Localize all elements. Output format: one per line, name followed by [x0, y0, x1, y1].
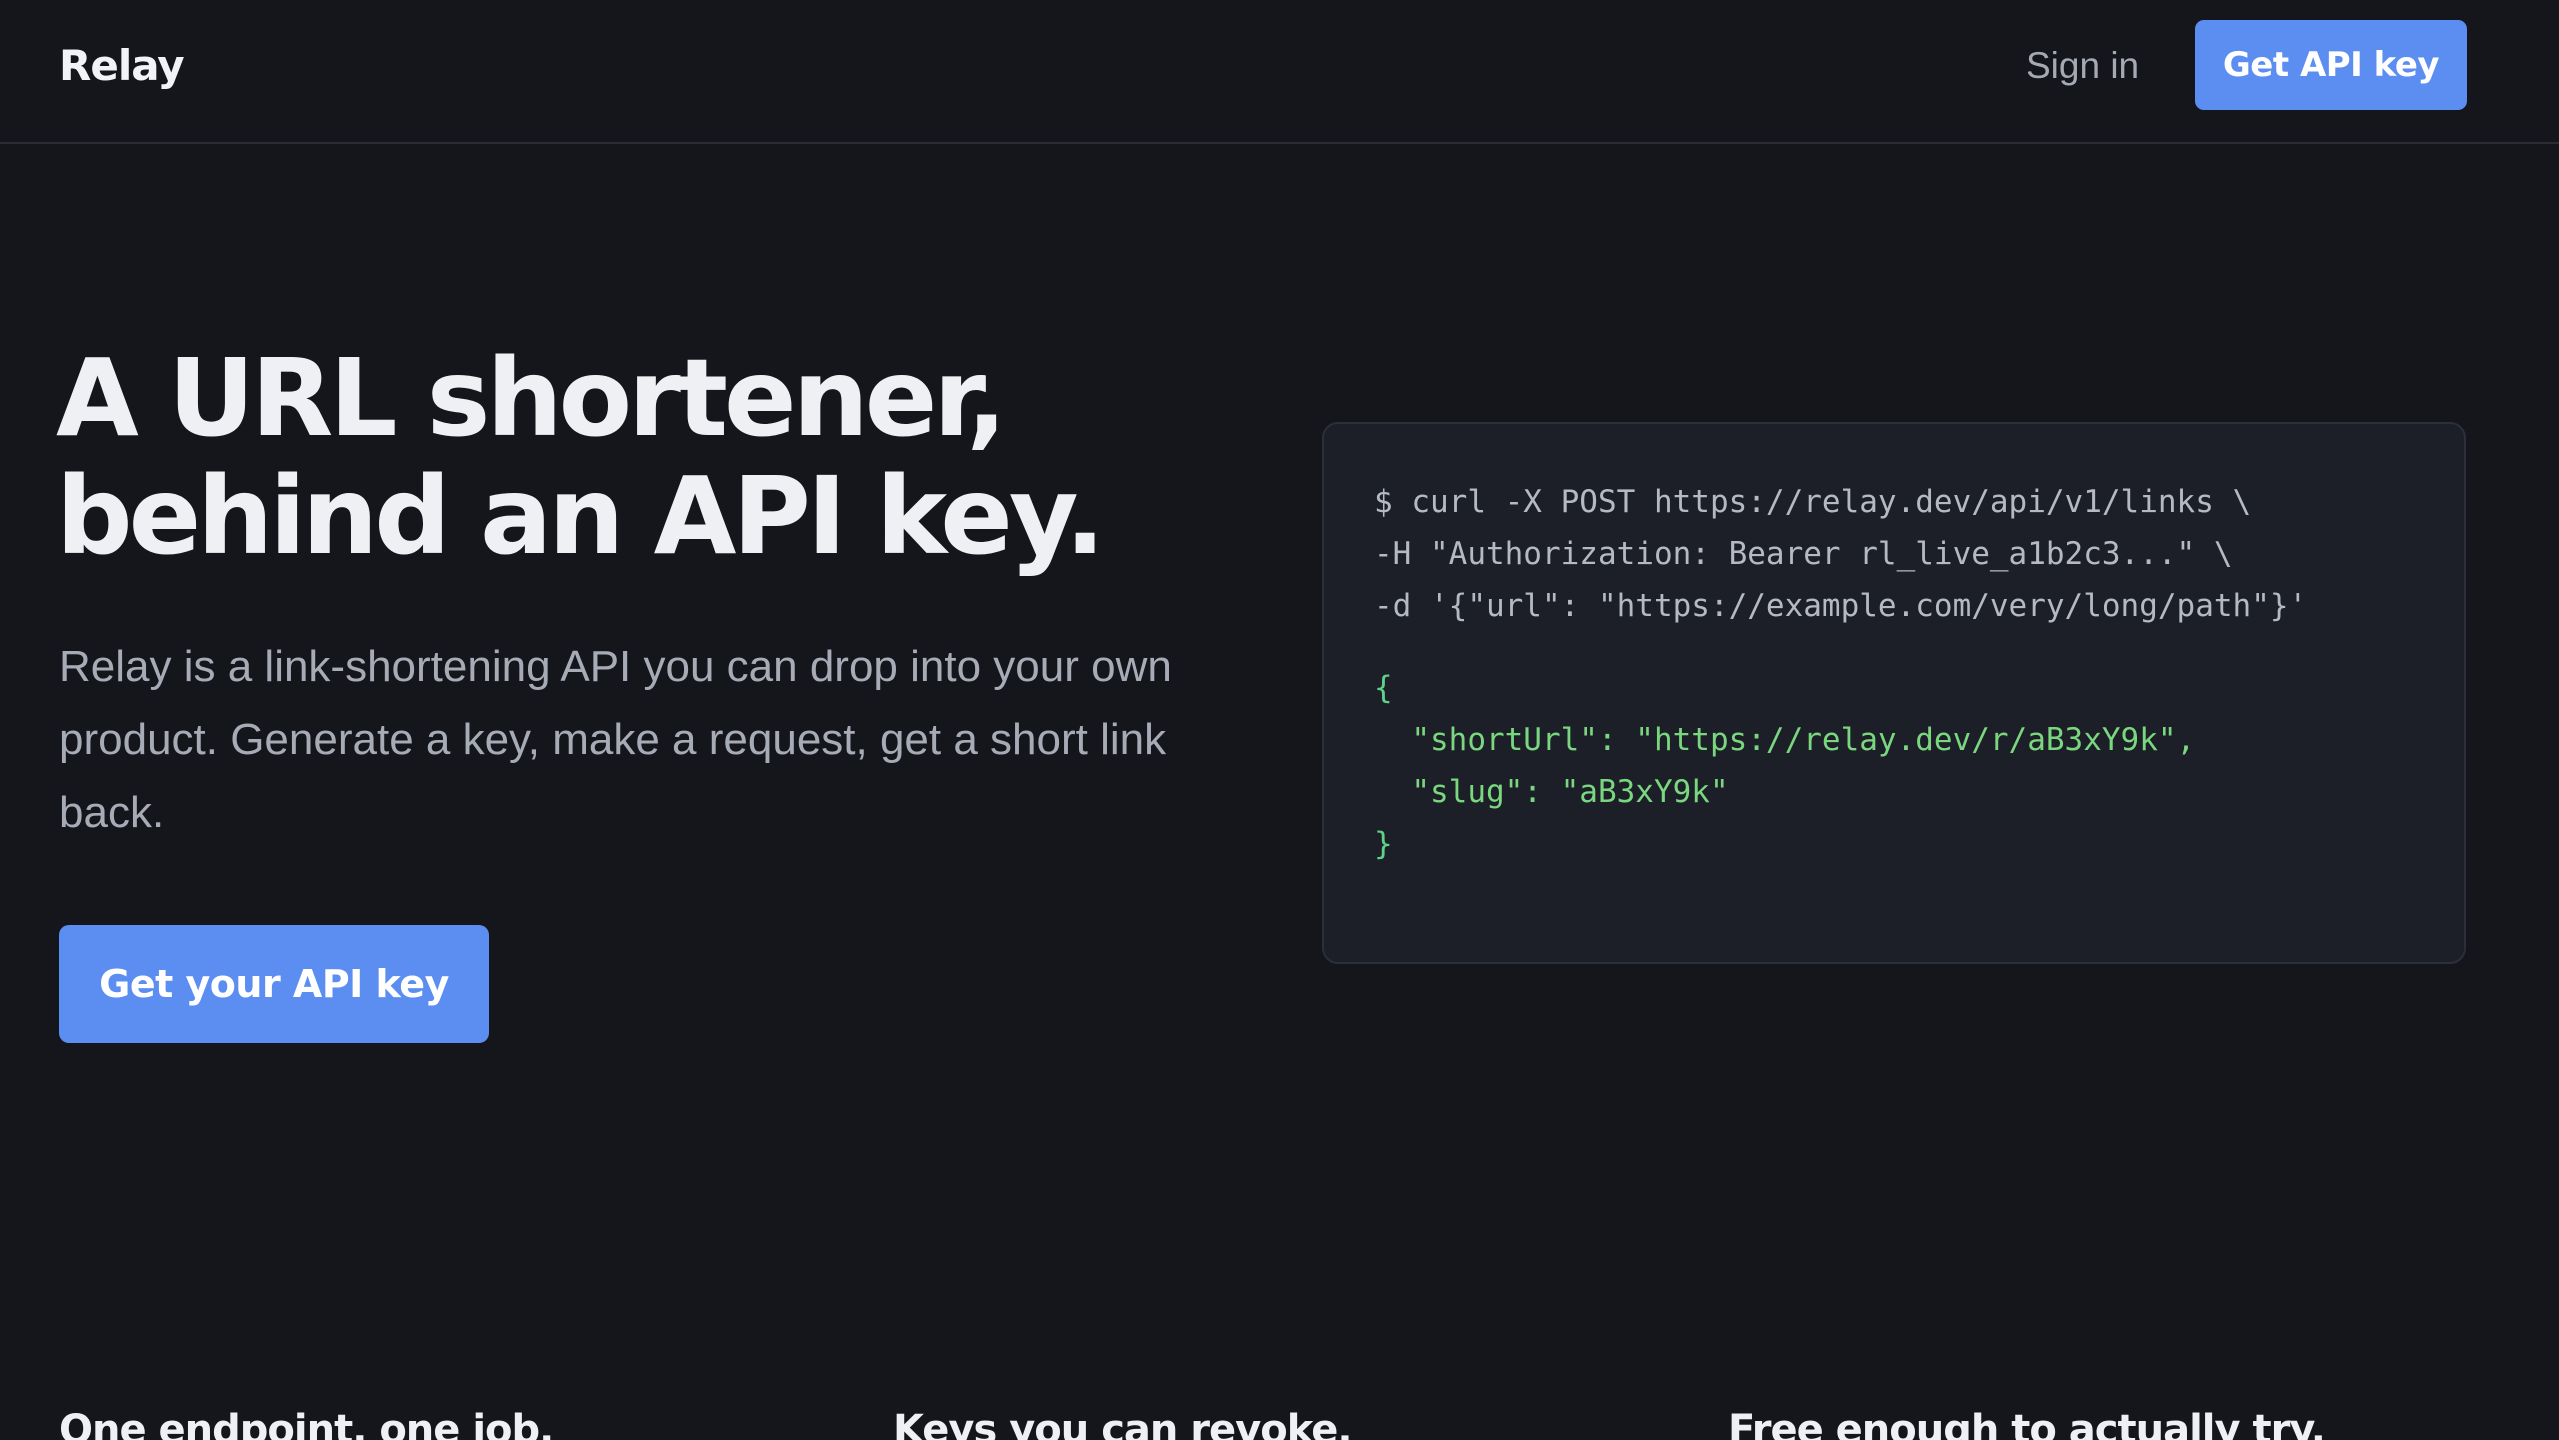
get-api-key-button[interactable]: Get API key: [2195, 20, 2467, 110]
hero-title: A URL shortener, behind an API key.: [56, 340, 1236, 576]
curl-command: $ curl -X POST https://relay.dev/api/v1/…: [1374, 476, 2307, 632]
command-line: -H "Authorization: Bearer rl_live_a1b2c3…: [1374, 536, 2233, 572]
response-line: }: [1374, 826, 1393, 862]
command-line: -d '{"url": "https://example.com/very/lo…: [1374, 588, 2308, 624]
sign-in-link[interactable]: Sign in: [2026, 36, 2139, 96]
features-section: One endpoint, one job. Keys you can revo…: [0, 1380, 2559, 1440]
brand-logo[interactable]: Relay: [59, 36, 185, 96]
hero-subtitle: Relay is a link-shortening API you can d…: [59, 642, 1172, 837]
get-your-api-key-button[interactable]: Get your API key: [59, 925, 489, 1043]
response-line: "slug": "aB3xY9k": [1374, 774, 1729, 810]
code-example-card: $ curl -X POST https://relay.dev/api/v1/…: [1322, 422, 2466, 964]
command-line: $ curl -X POST https://relay.dev/api/v1/…: [1374, 484, 2252, 520]
top-nav: Relay Sign in Get API key: [0, 0, 2559, 144]
response-line: {: [1374, 670, 1393, 706]
hero-title-line-1: A URL shortener,: [56, 337, 1007, 461]
json-response: { "shortUrl": "https://relay.dev/r/aB3xY…: [1374, 662, 2195, 870]
feature-title-one-endpoint: One endpoint, one job.: [59, 1407, 554, 1440]
feature-title-free-to-try: Free enough to actually try.: [1728, 1407, 2326, 1440]
hero-title-line-2: behind an API key.: [56, 455, 1105, 579]
response-line: "shortUrl": "https://relay.dev/r/aB3xY9k…: [1374, 722, 2196, 758]
feature-title-revocable-keys: Keys you can revoke.: [893, 1407, 1353, 1440]
